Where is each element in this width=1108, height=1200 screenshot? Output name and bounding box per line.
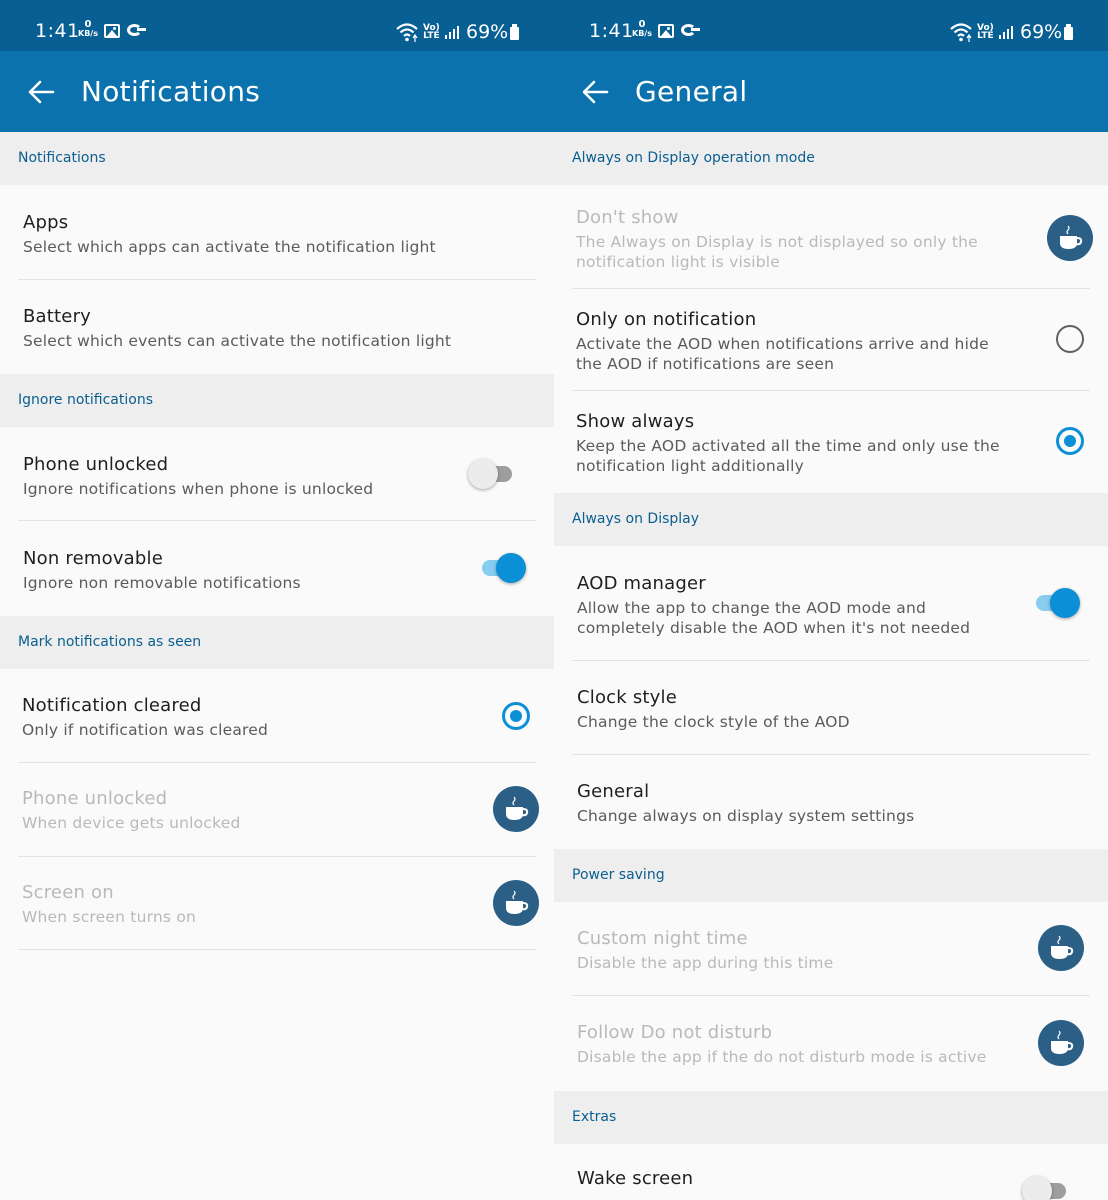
section-header: Ignore notifications <box>0 374 554 427</box>
back-arrow-icon[interactable] <box>26 77 56 107</box>
phone-unlocked-toggle[interactable] <box>468 459 516 489</box>
preference-title: AOD manager <box>577 573 706 594</box>
page-title: General <box>635 75 748 108</box>
non-removable-preference[interactable]: Non removable Ignore non removable notif… <box>0 521 554 616</box>
preference-title: Clock style <box>577 687 677 708</box>
preference-title: Follow Do not disturb <box>577 1022 773 1043</box>
status-time: 1:41 <box>35 20 80 42</box>
custom-night-time-preference[interactable]: Custom night time Disable the app during… <box>554 902 1108 996</box>
divider <box>18 949 536 950</box>
preference-summary: When device gets unlocked <box>22 814 241 832</box>
preference-title: Phone unlocked <box>23 454 169 475</box>
g-notification-icon <box>681 24 700 36</box>
preference-summary: Disable the app if the do not disturb mo… <box>577 1048 987 1066</box>
dont-show-option[interactable]: Don't show The Always on Display is not … <box>554 185 1108 289</box>
preference-summary: Change always on display system settings <box>577 807 915 825</box>
coffee-cup-icon[interactable] <box>1038 1020 1084 1066</box>
coffee-cup-icon[interactable] <box>493 786 539 832</box>
screen-on-seen-option[interactable]: Screen on When screen turns on <box>0 857 554 950</box>
wake-screen-toggle[interactable] <box>1022 1176 1070 1200</box>
gallery-notification-icon <box>104 24 120 38</box>
signal-icon <box>445 26 459 39</box>
preference-summary: Change the clock style of the AOD <box>577 713 850 731</box>
preference-title: Screen on <box>22 882 114 903</box>
gallery-notification-icon <box>658 24 674 38</box>
net-speed-indicator: 0 KB/s <box>632 19 652 39</box>
status-bar: 1:41 0 KB/s Vo) LTE 69% <box>0 0 554 51</box>
show-always-option[interactable]: Show always Keep the AOD activated all t… <box>554 391 1108 493</box>
preference-summary: When screen turns on <box>22 908 197 926</box>
phone-unlocked-seen-option[interactable]: Phone unlocked When device gets unlocked <box>0 763 554 857</box>
aod-manager-toggle[interactable] <box>1032 588 1080 618</box>
section-header: Always on Display <box>554 493 1108 546</box>
show-always-radio[interactable] <box>1056 427 1084 455</box>
preference-title: Notification cleared <box>22 695 202 716</box>
only-on-notification-radio[interactable] <box>1056 325 1084 353</box>
battery-preference[interactable]: Battery Select which events can activate… <box>0 280 554 374</box>
battery-percent: 69% <box>466 21 509 43</box>
section-header: Mark notifications as seen <box>0 616 554 669</box>
preference-summary: Activate the AOD when notifications arri… <box>576 335 989 373</box>
ignore-phone-unlocked-preference[interactable]: Phone unlocked Ignore notifications when… <box>0 427 554 521</box>
g-notification-icon <box>127 24 146 36</box>
preference-title: Apps <box>23 212 69 233</box>
follow-dnd-preference[interactable]: Follow Do not disturb Disable the app if… <box>554 996 1108 1091</box>
status-bar: 1:41 0 KB/s Vo) LTE 69% <box>554 0 1108 51</box>
section-header: Notifications <box>0 132 554 185</box>
app-bar: General <box>554 51 1108 132</box>
wifi-icon <box>950 23 972 42</box>
non-removable-toggle[interactable] <box>478 553 526 583</box>
coffee-cup-icon[interactable] <box>1047 215 1093 261</box>
preference-title: Only on notification <box>576 309 757 330</box>
general-screen: 1:41 0 KB/s Vo) LTE 69% General Always on … <box>554 0 1108 1200</box>
preference-summary: Disable the app during this time <box>577 954 834 972</box>
general-system-settings-preference[interactable]: General Change always on display system … <box>554 755 1108 849</box>
only-on-notification-option[interactable]: Only on notification Activate the AOD wh… <box>554 289 1108 391</box>
section-header: Power saving <box>554 849 1108 902</box>
coffee-cup-icon[interactable] <box>493 880 539 926</box>
battery-icon <box>1064 24 1073 40</box>
preference-summary: Keep the AOD activated all the time and … <box>576 437 1000 475</box>
preference-title: Wake screen <box>577 1168 694 1189</box>
preference-title: Don't show <box>576 207 679 228</box>
app-bar: Notifications <box>0 51 554 132</box>
section-header: Always on Display operation mode <box>554 132 1108 185</box>
preference-summary: Select which apps can activate the notif… <box>23 238 436 256</box>
preference-title: General <box>577 781 650 802</box>
preference-summary: The Always on Display is not displayed s… <box>576 233 978 271</box>
preference-summary: Only if notification was cleared <box>22 721 269 739</box>
section-header: Extras <box>554 1091 1108 1144</box>
aod-manager-preference[interactable]: AOD manager Allow the app to change the … <box>554 546 1108 661</box>
notifications-screen: 1:41 0 KB/s Vo) LTE 69% Notifications Noti… <box>0 0 554 1200</box>
preference-title: Show always <box>576 411 695 432</box>
wake-screen-preference[interactable]: Wake screen <box>554 1144 1108 1200</box>
clock-style-preference[interactable]: Clock style Change the clock style of th… <box>554 661 1108 755</box>
signal-icon <box>999 26 1013 39</box>
battery-icon <box>510 24 519 40</box>
notification-cleared-radio[interactable] <box>502 702 530 730</box>
status-time: 1:41 <box>589 20 634 42</box>
preference-title: Non removable <box>23 548 164 569</box>
wifi-icon <box>396 23 418 42</box>
volte-indicator: Vo) LTE <box>423 23 440 41</box>
volte-indicator: Vo) LTE <box>977 23 994 41</box>
preference-summary: Ignore notifications when phone is unloc… <box>23 480 374 498</box>
notification-cleared-option[interactable]: Notification cleared Only if notificatio… <box>0 669 554 763</box>
preference-title: Battery <box>23 306 92 327</box>
preference-summary: Allow the app to change the AOD mode and… <box>577 599 971 637</box>
preference-title: Phone unlocked <box>22 788 168 809</box>
preference-summary: Select which events can activate the not… <box>23 332 452 350</box>
battery-percent: 69% <box>1020 21 1063 43</box>
net-speed-indicator: 0 KB/s <box>78 19 98 39</box>
coffee-cup-icon[interactable] <box>1038 925 1084 971</box>
back-arrow-icon[interactable] <box>580 77 610 107</box>
preference-summary: Ignore non removable notifications <box>23 574 301 592</box>
preference-title: Custom night time <box>577 928 748 949</box>
page-title: Notifications <box>81 75 261 108</box>
apps-preference[interactable]: Apps Select which apps can activate the … <box>0 185 554 280</box>
